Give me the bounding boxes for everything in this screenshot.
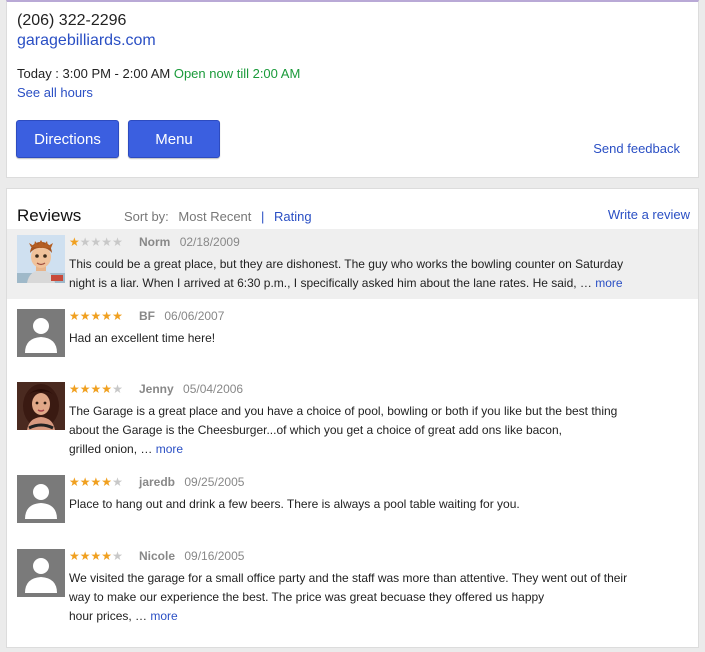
review-text-line: The Garage is a great place and you have…: [69, 404, 618, 418]
review-item: ★★★★★ Nicole 09/16/2005 We visited the g…: [7, 543, 698, 633]
review-meta: Nicole 09/16/2005: [139, 549, 244, 563]
review-text-line: We visited the garage for a small office…: [69, 571, 628, 585]
rating-stars: ★★★★★: [69, 475, 123, 489]
menu-button[interactable]: Menu: [128, 120, 220, 158]
sort-label: Sort by:: [124, 209, 169, 224]
review-date: 05/04/2006: [183, 382, 244, 396]
review-meta: Jenny 05/04/2006: [139, 382, 243, 396]
rating-stars: ★★★★★: [69, 382, 123, 396]
star-filled-icon: ★: [69, 382, 80, 396]
star-filled-icon: ★: [79, 309, 91, 323]
star-empty-icon: ★: [90, 235, 102, 249]
hours-label: Today : 3:00 PM - 2:00 AM: [17, 66, 171, 81]
star-empty-icon: ★: [79, 235, 91, 249]
website-link[interactable]: garagebilliards.com: [17, 32, 156, 50]
star-filled-icon: ★: [79, 549, 91, 563]
star-filled-icon: ★: [69, 309, 80, 323]
rating-stars: ★★★★★: [69, 235, 123, 249]
sort-separator: |: [261, 209, 265, 224]
star-empty-icon: ★: [112, 475, 123, 489]
review-text-line: way to make our experience the best. The…: [69, 590, 545, 604]
sort-control: Sort by: Most Recent | Rating: [124, 209, 312, 224]
rating-stars: ★★★★★: [69, 549, 123, 563]
default-avatar[interactable]: [17, 549, 65, 597]
open-status: Open now till 2:00 AM: [173, 66, 301, 81]
review-date: 06/06/2007: [164, 309, 225, 323]
review-text-line: night is a liar. When I arrived at 6:30 …: [69, 274, 681, 293]
star-filled-icon: ★: [79, 382, 91, 396]
star-filled-icon: ★: [101, 309, 113, 323]
reviews-title: Reviews: [17, 206, 82, 225]
star-empty-icon: ★: [101, 235, 113, 249]
review-text-line: about the Garage is the Cheesburger...of…: [69, 423, 562, 437]
more-link[interactable]: more: [150, 609, 177, 623]
rating-stars: ★★★★★: [69, 309, 123, 323]
sort-most-recent[interactable]: Most Recent: [178, 209, 251, 224]
star-filled-icon: ★: [101, 475, 113, 489]
review-text-line: Place to hang out and drink a few beers.…: [69, 497, 520, 511]
review-text: This could be a great place, but they ar…: [69, 255, 681, 293]
review-author[interactable]: Jenny: [139, 382, 174, 396]
review-item: ★★★★★ Norm 02/18/2009 This could be a gr…: [7, 229, 698, 299]
review-text-segment: night is a liar. When I arrived at 6:30 …: [69, 276, 592, 290]
review-meta: jaredb 09/25/2005: [139, 475, 244, 489]
reviews-card: Reviews Sort by: Most Recent | Rating Wr…: [6, 188, 699, 648]
review-text-segment: grilled onion, …: [69, 442, 153, 456]
star-filled-icon: ★: [69, 549, 80, 563]
review-text-line: grilled onion, … more: [69, 440, 681, 459]
review-author[interactable]: jaredb: [139, 475, 175, 489]
business-info-card: (206) 322-2296 garagebilliards.com Today…: [6, 0, 699, 178]
review-text: Had an excellent time here!: [69, 329, 681, 348]
reviews-header: Reviews Sort by: Most Recent | Rating Wr…: [7, 189, 698, 229]
sort-rating-link[interactable]: Rating: [274, 209, 312, 224]
more-link[interactable]: more: [156, 442, 183, 456]
star-filled-icon: ★: [90, 309, 102, 323]
star-empty-icon: ★: [112, 382, 123, 396]
review-author[interactable]: Nicole: [139, 549, 175, 563]
send-feedback-link[interactable]: Send feedback: [593, 141, 680, 156]
cartoon-avatar[interactable]: [17, 235, 65, 283]
star-filled-icon: ★: [90, 382, 102, 396]
review-item: ★★★★★ jaredb 09/25/2005 Place to hang ou…: [7, 469, 698, 539]
review-date: 09/16/2005: [184, 549, 245, 563]
star-empty-icon: ★: [112, 235, 123, 249]
default-avatar[interactable]: [17, 475, 65, 523]
review-text-line: hour prices, … more: [69, 607, 681, 626]
review-text-line: This could be a great place, but they ar…: [69, 257, 624, 271]
review-text-segment: hour prices, …: [69, 609, 148, 623]
more-link[interactable]: more: [595, 276, 622, 290]
star-filled-icon: ★: [69, 235, 80, 249]
review-author[interactable]: BF: [139, 309, 155, 323]
review-text-line: Had an excellent time here!: [69, 331, 216, 345]
write-review-link[interactable]: Write a review: [608, 207, 690, 222]
review-item: ★★★★★ BF 06/06/2007 Had an excellent tim…: [7, 302, 698, 372]
star-filled-icon: ★: [69, 475, 80, 489]
review-text: The Garage is a great place and you have…: [69, 402, 681, 459]
review-text: Place to hang out and drink a few beers.…: [69, 495, 681, 514]
star-filled-icon: ★: [112, 309, 123, 323]
default-avatar[interactable]: [17, 309, 65, 357]
star-filled-icon: ★: [101, 549, 113, 563]
review-author[interactable]: Norm: [139, 235, 170, 249]
star-filled-icon: ★: [90, 475, 102, 489]
star-filled-icon: ★: [101, 382, 113, 396]
photo-avatar[interactable]: [17, 382, 65, 430]
review-meta: Norm 02/18/2009: [139, 235, 240, 249]
review-meta: BF 06/06/2007: [139, 309, 224, 323]
see-all-hours-link[interactable]: See all hours: [17, 85, 93, 100]
star-empty-icon: ★: [112, 549, 123, 563]
review-date: 09/25/2005: [184, 475, 245, 489]
star-filled-icon: ★: [90, 549, 102, 563]
directions-button[interactable]: Directions: [16, 120, 119, 158]
hours-today: Today : 3:00 PM - 2:00 AM Open now till …: [17, 66, 300, 81]
review-text: We visited the garage for a small office…: [69, 569, 681, 626]
review-item: ★★★★★ Jenny 05/04/2006 The Garage is a g…: [7, 376, 698, 466]
star-filled-icon: ★: [79, 475, 91, 489]
phone-number[interactable]: (206) 322-2296: [17, 12, 126, 30]
review-date: 02/18/2009: [179, 235, 240, 249]
